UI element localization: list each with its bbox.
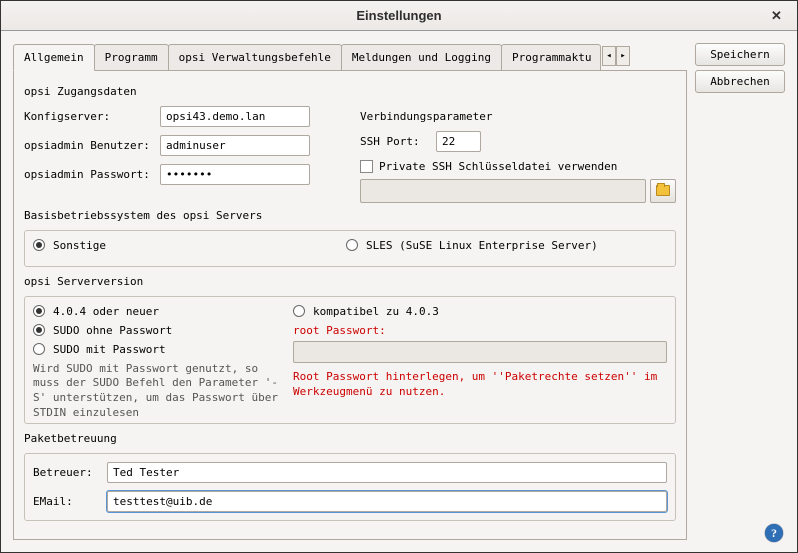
ssh-keyfile-checkbox[interactable] bbox=[360, 160, 373, 173]
tab-general[interactable]: Allgemein bbox=[13, 44, 95, 71]
tab-scroll-arrows: ◂ ▸ bbox=[602, 46, 630, 66]
os-sles-radio[interactable] bbox=[346, 239, 358, 251]
ssh-keyfile-browse-button[interactable] bbox=[650, 179, 676, 203]
access-section-title: opsi Zugangsdaten bbox=[24, 85, 676, 98]
maintainer-label: Betreuer: bbox=[33, 466, 101, 479]
opsiadmin-pass-label: opsiadmin Passwort: bbox=[24, 168, 154, 181]
ssh-keyfile-path-input[interactable] bbox=[360, 179, 646, 203]
version-group: 4.0.4 oder neuer SUDO ohne Passwort SUDO… bbox=[24, 296, 676, 424]
ver-sudo-nopw-label: SUDO ohne Passwort bbox=[53, 324, 172, 337]
ver-sudo-nopw-radio[interactable] bbox=[33, 324, 45, 336]
email-label: EMail: bbox=[33, 495, 101, 508]
maintenance-section-title: Paketbetreuung bbox=[24, 432, 676, 445]
window-title: Einstellungen bbox=[356, 8, 441, 23]
version-section-title: opsi Serverversion bbox=[24, 275, 676, 288]
root-pw-input[interactable] bbox=[293, 341, 667, 363]
opsiadmin-pass-input[interactable] bbox=[160, 164, 310, 185]
tab-opsi-commands[interactable]: opsi Verwaltungsbefehle bbox=[168, 44, 342, 70]
root-pw-label: root Passwort: bbox=[293, 324, 667, 337]
content-area: Allgemein Programm opsi Verwaltungsbefeh… bbox=[1, 31, 797, 552]
ver-404-label: 4.0.4 oder neuer bbox=[53, 305, 159, 318]
ver-compat-label: kompatibel zu 4.0.3 bbox=[313, 305, 439, 318]
ver-404-radio[interactable] bbox=[33, 305, 45, 317]
configserver-label: Konfigserver: bbox=[24, 110, 154, 123]
ver-compat-radio[interactable] bbox=[293, 305, 305, 317]
maintainer-input[interactable] bbox=[107, 462, 667, 483]
tab-scroll-right-icon[interactable]: ▸ bbox=[616, 46, 630, 66]
configserver-input[interactable] bbox=[160, 106, 310, 127]
titlebar: Einstellungen ✕ bbox=[1, 1, 797, 31]
sudo-note: Wird SUDO mit Passwort genutzt, so muss … bbox=[33, 362, 283, 421]
save-button[interactable]: Speichern bbox=[695, 43, 785, 66]
os-group: Sonstige SLES (SuSE Linux Enterprise Ser… bbox=[24, 230, 676, 267]
ver-sudo-pw-radio[interactable] bbox=[33, 343, 45, 355]
connection-section-title: Verbindungsparameter bbox=[360, 110, 676, 123]
ver-sudo-pw-label: SUDO mit Passwort bbox=[53, 343, 166, 356]
os-sles-label: SLES (SuSE Linux Enterprise Server) bbox=[366, 239, 598, 252]
os-other-label: Sonstige bbox=[53, 239, 106, 252]
ssh-keyfile-label: Private SSH Schlüsseldatei verwenden bbox=[379, 160, 617, 173]
ssh-port-input[interactable] bbox=[436, 131, 481, 152]
tab-program[interactable]: Programm bbox=[94, 44, 169, 70]
settings-window: Einstellungen ✕ Allgemein Programm opsi … bbox=[0, 0, 798, 553]
folder-icon bbox=[656, 185, 670, 196]
tab-panel-general: opsi Zugangsdaten Konfigserver: opsiadmi… bbox=[13, 71, 687, 540]
close-icon[interactable]: ✕ bbox=[771, 8, 787, 24]
tab-updates[interactable]: Programmaktu bbox=[501, 44, 601, 70]
main-column: Allgemein Programm opsi Verwaltungsbefeh… bbox=[13, 43, 687, 540]
os-section-title: Basisbetriebssystem des opsi Servers bbox=[24, 209, 676, 222]
maintenance-group: Betreuer: EMail: bbox=[24, 453, 676, 521]
tab-scroll-left-icon[interactable]: ◂ bbox=[602, 46, 616, 66]
ssh-port-label: SSH Port: bbox=[360, 135, 430, 148]
tab-logging[interactable]: Meldungen und Logging bbox=[341, 44, 502, 70]
cancel-button[interactable]: Abbrechen bbox=[695, 70, 785, 93]
help-icon[interactable]: ? bbox=[765, 524, 783, 542]
tab-strip: Allgemein Programm opsi Verwaltungsbefeh… bbox=[13, 43, 687, 71]
opsiadmin-user-input[interactable] bbox=[160, 135, 310, 156]
root-pw-note: Root Passwort hinterlegen, um ''Paketrec… bbox=[293, 369, 667, 400]
opsiadmin-user-label: opsiadmin Benutzer: bbox=[24, 139, 154, 152]
email-input[interactable] bbox=[107, 491, 667, 512]
side-buttons: Speichern Abbrechen bbox=[695, 43, 785, 540]
os-other-radio[interactable] bbox=[33, 239, 45, 251]
